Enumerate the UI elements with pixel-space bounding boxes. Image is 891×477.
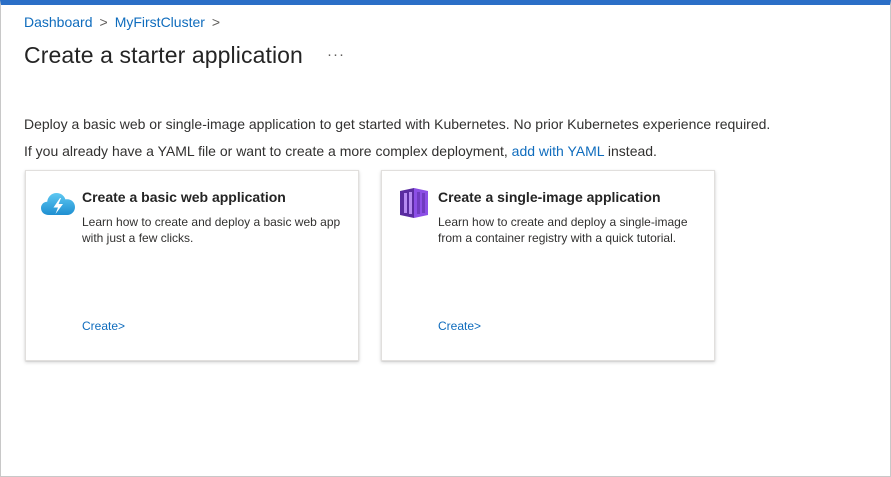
description-line-2-suffix: instead. [604,143,657,159]
create-basic-web-app-link[interactable]: Create> [82,319,125,333]
breadcrumb-myfirstcluster[interactable]: MyFirstCluster [115,14,205,30]
description-line-2: If you already have a YAML file or want … [24,143,657,159]
title-row: Create a starter application ··· [24,42,345,69]
single-image-app-card[interactable]: Create a single-image application Learn … [381,170,715,361]
card-description: Learn how to create and deploy a single-… [438,215,688,245]
page-title: Create a starter application [24,42,303,68]
breadcrumb: Dashboard > MyFirstCluster > [24,14,227,30]
container-image-icon [396,187,432,219]
breadcrumb-dashboard[interactable]: Dashboard [24,14,93,30]
description-line-1: Deploy a basic web or single-image appli… [24,116,771,132]
card-description: Learn how to create and deploy a basic w… [82,215,341,245]
breadcrumb-separator: > [99,14,108,30]
description-line-2-prefix: If you already have a YAML file or want … [24,143,512,159]
basic-web-app-card[interactable]: Create a basic web application Learn how… [25,170,359,361]
cloud-lightning-icon [40,187,76,219]
more-options-button[interactable]: ··· [327,46,345,63]
card-title: Create a single-image application [438,189,661,205]
card-title: Create a basic web application [82,189,286,205]
create-single-image-app-link[interactable]: Create> [438,319,481,333]
breadcrumb-separator: > [211,14,221,30]
add-with-yaml-link[interactable]: add with YAML [512,143,604,159]
